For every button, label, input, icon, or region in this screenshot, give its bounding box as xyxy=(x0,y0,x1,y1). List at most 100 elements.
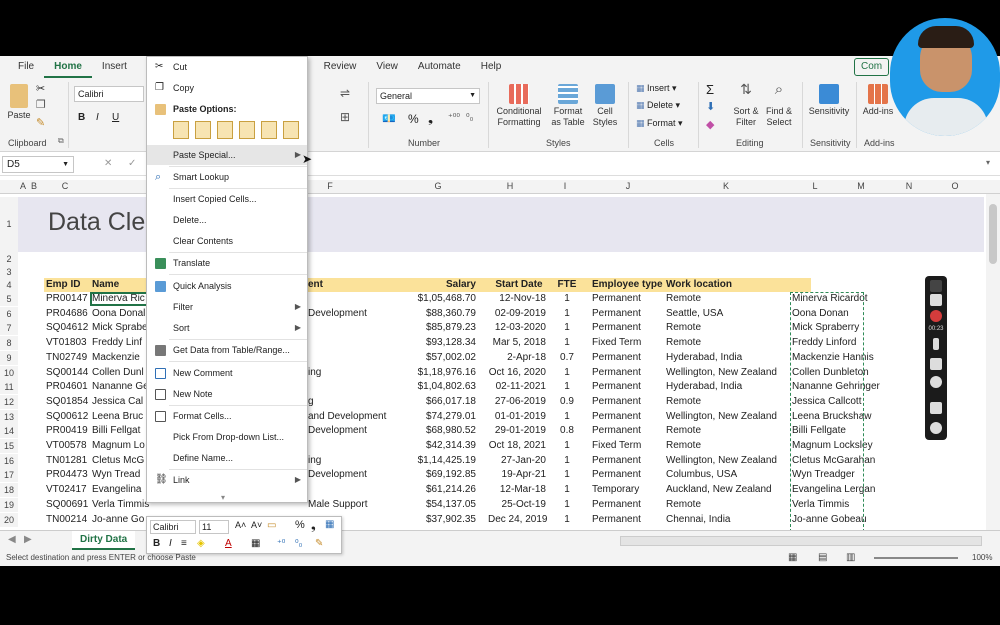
table-cell-start[interactable]: 19-Apr-21 xyxy=(488,468,546,482)
table-cell-id[interactable]: VT01803 xyxy=(46,336,87,350)
autosum-icon[interactable]: Σ xyxy=(706,82,714,97)
table-cell-salary[interactable]: $93,128.34 xyxy=(414,336,476,350)
table-cell-fte[interactable]: 1 xyxy=(552,410,582,424)
increase-decimal-icon[interactable]: ⁺⁰ xyxy=(277,538,285,549)
column-header[interactable]: B xyxy=(28,181,40,191)
table-cell-dept[interactable]: Male Support xyxy=(308,498,367,512)
menu-dots-icon[interactable] xyxy=(930,280,942,292)
page-layout-icon[interactable]: ▤ xyxy=(818,550,827,566)
table-cell-type[interactable]: Fixed Term xyxy=(592,336,641,350)
enter-icon[interactable]: ✓ xyxy=(128,158,136,169)
table-cell-type[interactable]: Permanent xyxy=(592,468,641,482)
table-cell-type[interactable]: Permanent xyxy=(592,395,641,409)
column-header[interactable]: I xyxy=(550,181,580,191)
row-header[interactable]: 15 xyxy=(0,439,18,453)
tab-home[interactable]: Home xyxy=(44,56,92,78)
insert-cells-button[interactable]: ▦ Insert ▾ xyxy=(636,83,677,94)
header-emp-id[interactable]: Emp ID xyxy=(46,278,80,292)
table-cell-id[interactable]: TN00214 xyxy=(46,513,87,527)
vertical-scrollbar[interactable] xyxy=(986,194,1000,530)
sort-filter-button[interactable]: ⇅ Sort & Filter xyxy=(730,82,762,128)
table-cell-name[interactable]: Cletus McG xyxy=(92,454,144,468)
column-header[interactable]: H xyxy=(480,181,540,191)
menu-get-data[interactable]: Get Data from Table/Range... xyxy=(147,340,307,360)
table-cell-name[interactable]: Mackenzie xyxy=(92,351,140,365)
paste-values-icon[interactable] xyxy=(195,121,211,139)
table-cell-name[interactable]: Nananne Ge xyxy=(92,380,149,394)
table-cell-name[interactable]: Leena Bruc xyxy=(92,410,143,424)
table-cell-id[interactable]: SQ04612 xyxy=(46,321,88,335)
font-name-box[interactable]: Calibri xyxy=(74,86,144,102)
menu-new-note[interactable]: New Note xyxy=(147,384,307,404)
table-cell-fte[interactable]: 1 xyxy=(552,468,582,482)
table-cell-name[interactable]: Verla Timmis xyxy=(92,498,149,512)
header-employee-type[interactable]: Employee type xyxy=(592,278,663,292)
table-cell-fte[interactable]: 1 xyxy=(552,483,582,497)
table-cell-loc[interactable]: Remote xyxy=(666,498,701,512)
table-cell-dept[interactable]: Development xyxy=(308,424,367,438)
cell-styles-button[interactable]: Cell Styles xyxy=(590,84,620,128)
table-cell-salary[interactable]: $61,214.26 xyxy=(414,483,476,497)
menu-format-cells[interactable]: Format Cells... xyxy=(147,406,307,426)
menu-new-comment[interactable]: New Comment xyxy=(147,363,307,383)
table-cell-name[interactable]: Jessica Cal xyxy=(92,395,143,409)
table-cell-start[interactable]: 27-Jan-20 xyxy=(488,454,546,468)
column-header[interactable]: N xyxy=(894,181,924,191)
menu-filter[interactable]: Filter ▶ xyxy=(147,297,307,317)
currency-icon[interactable]: 💶 xyxy=(382,112,396,125)
tab-automate[interactable]: Automate xyxy=(408,56,471,78)
table-cell-id[interactable]: SQ01854 xyxy=(46,395,88,409)
row-header[interactable]: 6 xyxy=(0,306,18,321)
row-header[interactable]: 2 xyxy=(0,252,18,266)
table-cell-loc[interactable]: Wellington, New Zealand xyxy=(666,454,777,468)
table-cell-fte[interactable]: 1 xyxy=(552,439,582,453)
table-cell-salary[interactable]: $88,360.79 xyxy=(414,307,476,321)
table-cell-dept[interactable]: ing xyxy=(308,454,321,468)
format-painter-icon[interactable]: ✎ xyxy=(36,116,45,129)
microphone-icon[interactable] xyxy=(933,338,939,350)
row-header[interactable]: 19 xyxy=(0,497,18,512)
table-cell-loc[interactable]: Wellington, New Zealand xyxy=(666,410,777,424)
mini-font-box[interactable]: Calibri xyxy=(150,520,196,534)
table-cell-name[interactable]: Magnum Lo xyxy=(92,439,145,453)
menu-translate[interactable]: Translate xyxy=(147,253,307,273)
table-cell-type[interactable]: Permanent xyxy=(592,307,641,321)
currency-icon[interactable]: ▭ xyxy=(267,520,276,531)
table-cell-fte[interactable]: 1 xyxy=(552,513,582,527)
row-header[interactable]: 1 xyxy=(0,197,18,252)
table-cell-type[interactable]: Permanent xyxy=(592,292,641,306)
table-cell-fte[interactable]: 1 xyxy=(552,454,582,468)
cancel-icon[interactable]: ✕ xyxy=(104,158,112,169)
table-cell-fte[interactable]: 1 xyxy=(552,307,582,321)
menu-link[interactable]: ⛓ Link ▶ xyxy=(147,470,307,490)
zoom-slider[interactable] xyxy=(874,557,958,559)
column-header[interactable]: F xyxy=(300,181,360,191)
table-cell-salary[interactable]: $42,314.39 xyxy=(414,439,476,453)
table-cell-fte[interactable]: 0.7 xyxy=(552,351,582,365)
table-cell-fte[interactable]: 1 xyxy=(552,380,582,394)
menu-quick-analysis[interactable]: Quick Analysis xyxy=(147,276,307,296)
menu-delete[interactable]: Delete... xyxy=(147,210,307,230)
column-header[interactable]: M xyxy=(846,181,876,191)
decrease-decimal-icon[interactable]: ⁰₀ xyxy=(466,112,473,123)
menu-copy[interactable]: ❐ Copy xyxy=(147,78,307,98)
table-cell-id[interactable]: SQ00144 xyxy=(46,366,88,380)
mini-size-box[interactable]: 11 xyxy=(199,520,229,534)
scroll-right-icon[interactable]: ▶ xyxy=(24,534,32,545)
table-cell-start[interactable]: Dec 24, 2019 xyxy=(488,513,548,527)
tab-review[interactable]: Review xyxy=(314,56,367,78)
paste-button[interactable]: Paste xyxy=(6,84,32,121)
table-cell-start[interactable]: 12-Mar-18 xyxy=(488,483,546,497)
table-cell-salary[interactable]: $37,902.35 xyxy=(414,513,476,527)
row-header[interactable]: 11 xyxy=(0,380,18,395)
borders-icon[interactable]: ▦ xyxy=(251,538,260,549)
table-cell-id[interactable]: TN01281 xyxy=(46,454,87,468)
table-cell-fte[interactable]: 1 xyxy=(552,366,582,380)
column-header[interactable]: G xyxy=(408,181,468,191)
table-cell-start[interactable]: 25-Oct-19 xyxy=(488,498,546,512)
italic-button[interactable]: I xyxy=(96,112,99,123)
table-cell-salary[interactable]: $1,18,976.16 xyxy=(414,366,476,380)
table-cell-fte[interactable]: 1 xyxy=(552,336,582,350)
table-cell-salary[interactable]: $66,017.18 xyxy=(414,395,476,409)
row-header[interactable]: 18 xyxy=(0,483,18,498)
